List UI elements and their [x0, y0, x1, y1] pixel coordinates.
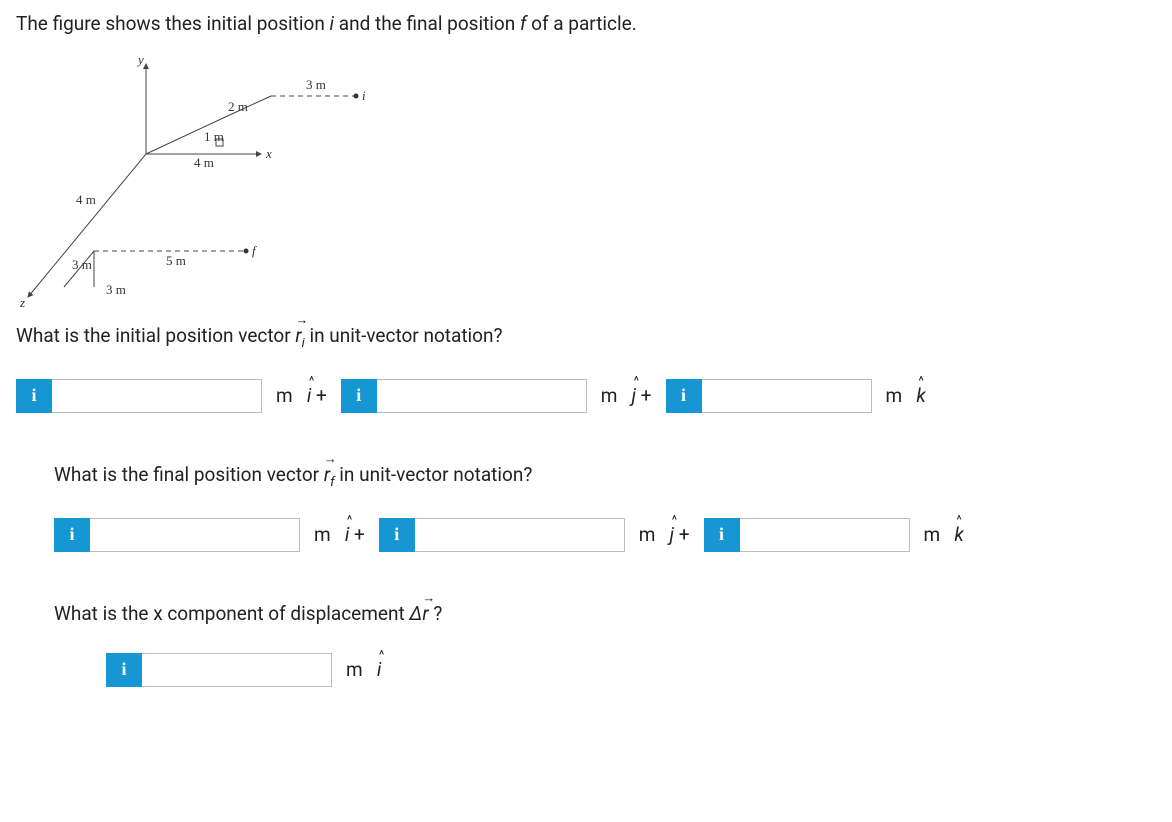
input-rf-z[interactable] — [740, 518, 910, 552]
question-1: What is the initial position vector ri i… — [16, 324, 1156, 351]
figure: y x 4 m z i 3 m 2 m 1 m 4 m 3 m f 5 m 3 … — [16, 49, 1156, 314]
fig-label-i: i — [362, 88, 366, 103]
fig-label-1m: 1 m — [204, 129, 224, 144]
unit-ri-y: m j + — [587, 379, 666, 413]
answer-row-rf: i m i + i m j + i m k — [54, 518, 1156, 552]
info-button-ri-x[interactable]: i — [16, 379, 52, 413]
info-button-rf-y[interactable]: i — [379, 518, 415, 552]
info-button-ri-z[interactable]: i — [666, 379, 702, 413]
input-dx[interactable] — [142, 653, 332, 687]
fig-label-y: y — [136, 52, 144, 67]
unit-rf-y: m j + — [625, 518, 704, 552]
question-2: What is the final position vector rf in … — [54, 463, 1156, 490]
input-ri-z[interactable] — [702, 379, 872, 413]
fig-label-3m-left: 3 m — [72, 257, 92, 272]
intro-pre: The figure shows thes initial position — [16, 12, 330, 35]
fig-label-x: x — [265, 146, 272, 161]
info-button-rf-z[interactable]: i — [704, 518, 740, 552]
figure-svg: y x 4 m z i 3 m 2 m 1 m 4 m 3 m f 5 m 3 … — [16, 49, 386, 309]
unit-dx: m i — [332, 653, 395, 687]
input-rf-x[interactable] — [90, 518, 300, 552]
fig-label-f: f — [252, 243, 258, 258]
unit-rf-z: m k — [910, 518, 978, 552]
fig-label-4m-axis: 4 m — [194, 155, 214, 170]
fig-label-2m: 2 m — [228, 99, 248, 114]
intro-post: of a particle. — [526, 12, 636, 35]
input-ri-y[interactable] — [377, 379, 587, 413]
intro-mid: and the final position — [334, 12, 520, 35]
unit-rf-x: m i + — [300, 518, 379, 552]
answer-row-dx: i m i — [106, 653, 1156, 687]
fig-label-3m-top: 3 m — [306, 77, 326, 92]
info-button-dx[interactable]: i — [106, 653, 142, 687]
fig-label-4m-diag: 4 m — [76, 192, 96, 207]
question-3: What is the x component of displacement … — [54, 602, 1156, 625]
intro-text: The figure shows thes initial position i… — [16, 12, 1156, 35]
info-button-rf-x[interactable]: i — [54, 518, 90, 552]
fig-label-5m: 5 m — [166, 253, 186, 268]
answer-row-ri: i m i + i m j + i m k — [16, 379, 1156, 413]
input-ri-x[interactable] — [52, 379, 262, 413]
unit-ri-z: m k — [872, 379, 940, 413]
fig-label-3m-bottom: 3 m — [106, 282, 126, 297]
fig-label-z: z — [19, 295, 25, 309]
input-rf-y[interactable] — [415, 518, 625, 552]
unit-ri-x: m i + — [262, 379, 341, 413]
info-button-ri-y[interactable]: i — [341, 379, 377, 413]
